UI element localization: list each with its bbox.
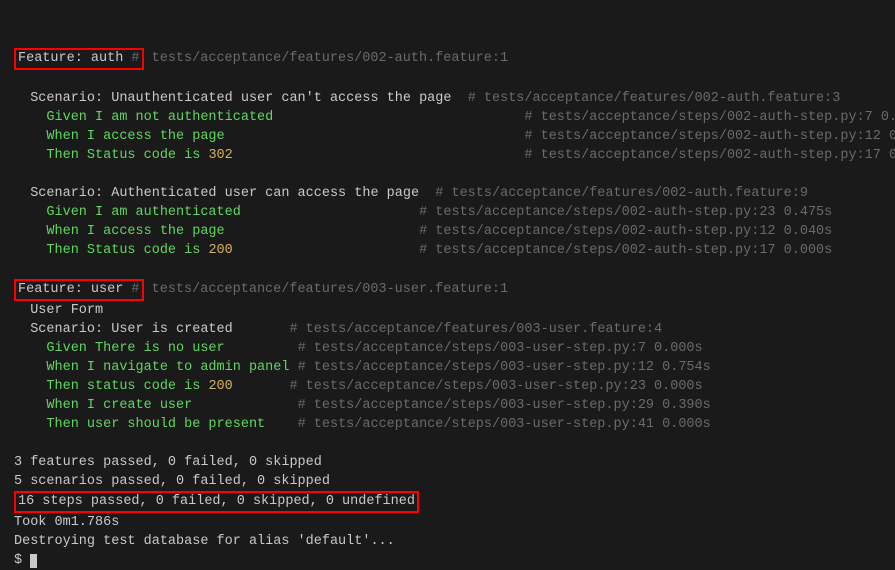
step-value: 302 <box>208 148 232 163</box>
scenario-title: Scenario: User is created <box>14 322 233 337</box>
scenario-title: Scenario: Unauthenticated user can't acc… <box>14 91 451 106</box>
highlight-feature-user: Feature: user # <box>14 279 144 301</box>
step-text: Given I am authenticated <box>46 205 240 220</box>
comment-hash: # <box>131 51 139 66</box>
step-text: When I access the page <box>46 129 224 144</box>
scenario-comment: # tests/acceptance/features/002-auth.fea… <box>435 186 808 201</box>
scenario-comment: # tests/acceptance/features/003-user.fea… <box>289 322 662 337</box>
summary-steps: 16 steps passed, 0 failed, 0 skipped, 0 … <box>18 494 415 509</box>
shell-prompt[interactable]: $ <box>14 553 30 568</box>
comment-hash: # <box>131 282 139 297</box>
step-value: 200 <box>208 379 232 394</box>
feature-keyword: Feature: <box>18 282 83 297</box>
feature-name: user <box>83 282 132 297</box>
step-text: Then status code is <box>46 379 208 394</box>
step-comment: # tests/acceptance/steps/002-auth-step.p… <box>524 129 895 144</box>
step-text: Given There is no user <box>46 341 224 356</box>
feature-keyword: Feature: <box>18 51 83 66</box>
step-comment: # tests/acceptance/steps/003-user-step.p… <box>289 379 702 394</box>
step-comment: # tests/acceptance/steps/002-auth-step.p… <box>419 243 832 258</box>
step-comment: # tests/acceptance/steps/003-user-step.p… <box>298 398 711 413</box>
feature-name: auth <box>83 51 132 66</box>
step-comment: # tests/acceptance/steps/003-user-step.p… <box>298 360 711 375</box>
summary-features: 3 features passed, 0 failed, 0 skipped <box>14 455 322 470</box>
scenario-comment: # tests/acceptance/features/002-auth.fea… <box>468 91 841 106</box>
highlight-feature-auth: Feature: auth # <box>14 48 144 70</box>
step-text: Then Status code is <box>46 243 208 258</box>
summary-took: Took 0m1.786s <box>14 515 119 530</box>
feature-comment: tests/acceptance/features/003-user.featu… <box>144 282 509 297</box>
step-comment: # tests/acceptance/steps/002-auth-step.p… <box>419 224 832 239</box>
summary-destroy: Destroying test database for alias 'defa… <box>14 534 395 549</box>
step-text: Then user should be present <box>46 417 265 432</box>
step-comment: # tests/acceptance/steps/002-auth-step.p… <box>419 205 832 220</box>
highlight-steps-summary: 16 steps passed, 0 failed, 0 skipped, 0 … <box>14 491 419 513</box>
step-text: Given I am not authenticated <box>46 110 273 125</box>
step-comment: # tests/acceptance/steps/002-auth-step.p… <box>524 110 895 125</box>
step-text: When I access the page <box>46 224 224 239</box>
step-text: When I create user <box>46 398 192 413</box>
step-text: When I navigate to admin panel <box>46 360 289 375</box>
step-text: Then Status code is <box>46 148 208 163</box>
step-comment: # tests/acceptance/steps/003-user-step.p… <box>298 341 703 356</box>
cursor-icon <box>30 554 37 568</box>
step-value: 200 <box>208 243 232 258</box>
summary-scenarios: 5 scenarios passed, 0 failed, 0 skipped <box>14 474 330 489</box>
feature-subtitle: User Form <box>14 303 103 318</box>
scenario-title: Scenario: Authenticated user can access … <box>14 186 419 201</box>
feature-comment: tests/acceptance/features/002-auth.featu… <box>144 51 509 66</box>
step-comment: # tests/acceptance/steps/003-user-step.p… <box>298 417 711 432</box>
step-comment: # tests/acceptance/steps/002-auth-step.p… <box>524 148 895 163</box>
